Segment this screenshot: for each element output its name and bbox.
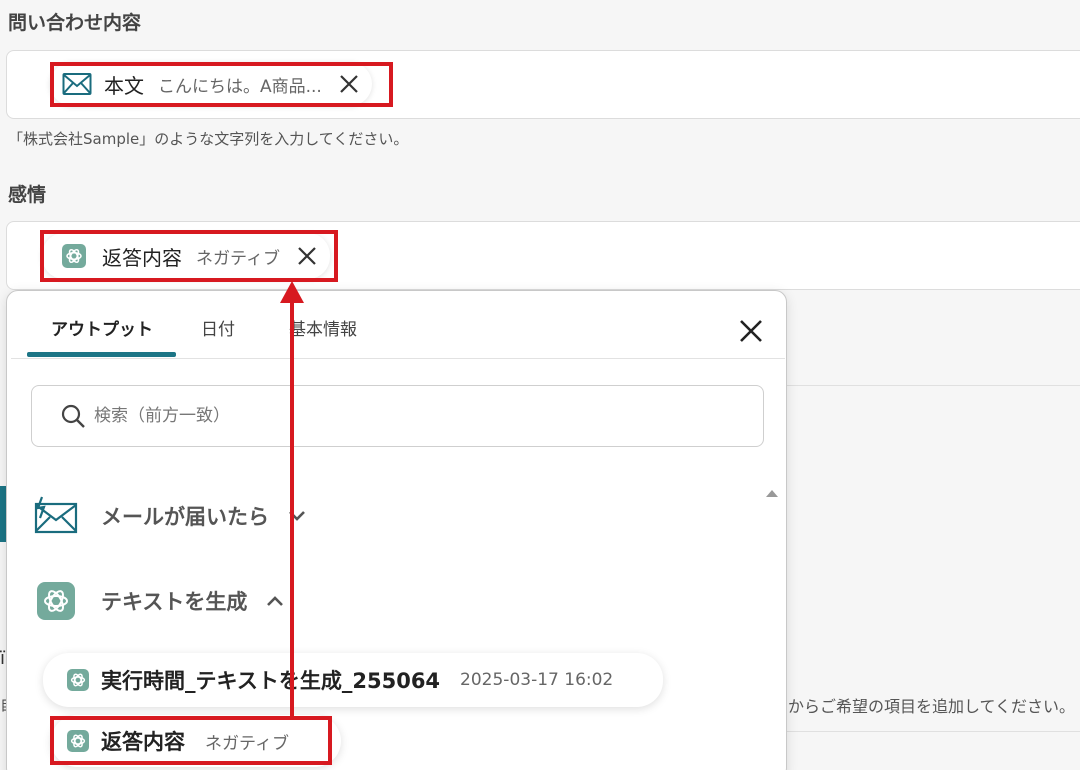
output-item-label: 返答内容: [101, 730, 185, 754]
output-item-value: 2025-03-17 16:02: [460, 670, 614, 690]
background-fragment: ï: [0, 648, 6, 669]
group-label: メールが届いたら: [101, 505, 269, 529]
mail-trigger-icon: [33, 496, 79, 536]
red-arrow-connector: [280, 281, 304, 719]
output-item-exec-time[interactable]: 実行時間_テキストを生成_255064 2025-03-17 16:02: [43, 653, 663, 707]
sentiment-chip-label: 返答内容: [102, 245, 182, 270]
inquiry-chip-value: こんにちは。A商品...: [158, 76, 322, 97]
tab-output[interactable]: アウトプット: [51, 315, 153, 340]
chatgpt-icon: [67, 669, 89, 691]
close-icon[interactable]: [737, 317, 765, 345]
chatgpt-icon: [62, 244, 86, 268]
inquiry-hint: 「株式会社Sample」のような文字列を入力してください。: [8, 130, 409, 148]
inquiry-field-label: 問い合わせ内容: [8, 12, 142, 34]
output-item-value: ネガティブ: [205, 733, 289, 754]
inquiry-chip[interactable]: 本文 こんにちは。A商品...: [50, 62, 372, 106]
output-item-response[interactable]: 返答内容 ネガティブ: [51, 715, 341, 767]
search-input[interactable]: [94, 406, 734, 426]
close-icon[interactable]: [338, 73, 360, 95]
output-picker-panel: アウトプット 日付 基本情報 メールが届いたら テキストを生成 実行: [6, 290, 787, 770]
sentiment-chip[interactable]: 返答内容 ネガティブ: [42, 233, 330, 279]
tab-date[interactable]: 日付: [201, 315, 235, 340]
chatgpt-icon: [67, 730, 89, 752]
background-divider: [787, 731, 1080, 732]
chatgpt-icon: [37, 582, 75, 620]
scroll-up-icon[interactable]: [765, 483, 782, 502]
scrollbar[interactable]: [762, 473, 782, 770]
sentiment-field-label: 感情: [8, 184, 47, 206]
search-icon: [60, 403, 86, 429]
background-divider: [787, 385, 1080, 386]
search-box[interactable]: [31, 385, 764, 447]
inquiry-chip-label: 本文: [104, 73, 144, 98]
mail-icon: [62, 72, 92, 96]
group-generate-text[interactable]: テキストを生成: [37, 582, 285, 620]
active-tab-indicator: [27, 352, 176, 357]
group-label: テキストを生成: [101, 590, 248, 614]
tab-divider: [11, 358, 785, 359]
close-icon[interactable]: [296, 245, 318, 267]
group-mail-trigger[interactable]: メールが届いたら: [33, 496, 307, 536]
background-hint-right: からご希望の項目を追加してください。: [788, 697, 1076, 716]
sentiment-chip-value: ネガティブ: [196, 248, 280, 269]
